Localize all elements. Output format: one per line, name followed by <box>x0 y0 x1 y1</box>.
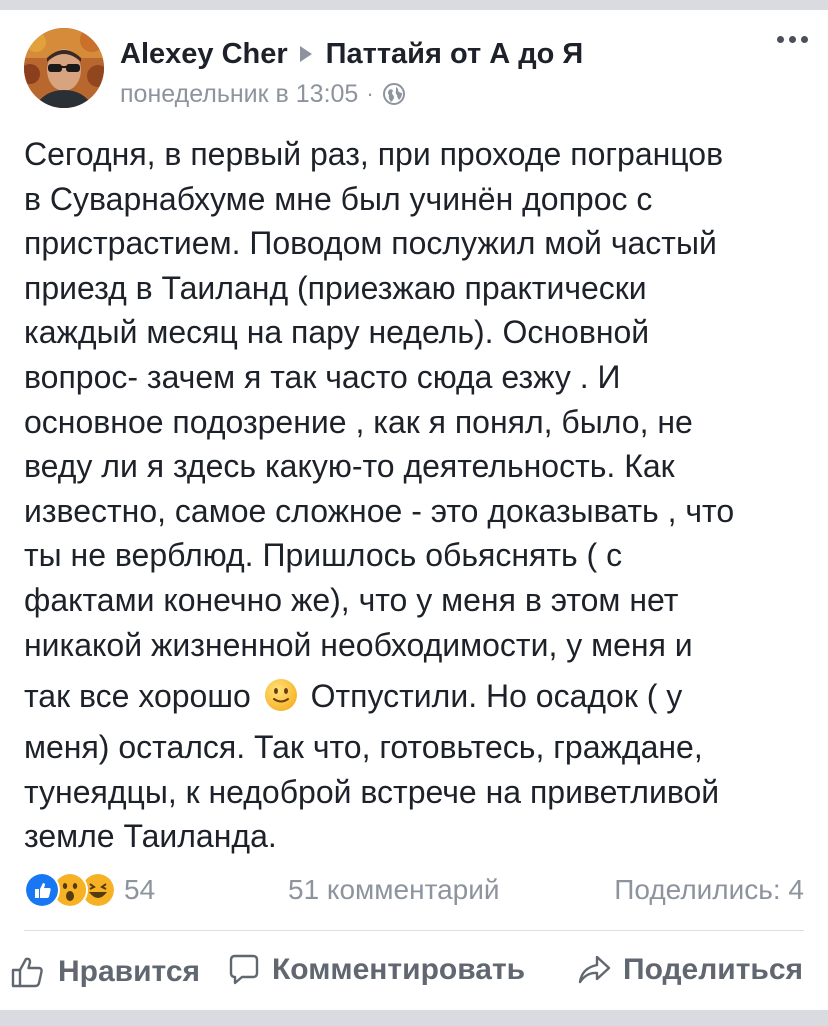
message-line: земле Таиланда. <box>24 818 277 855</box>
message-line: ты не верблюд. Пришлось обьяснять ( с <box>24 537 623 574</box>
message-line: вопрос- зачем я так часто сюда езжу . И <box>24 358 621 395</box>
message-line: меня) остался. Так что, готовьтесь, граж… <box>24 729 703 766</box>
globe-icon[interactable] <box>382 82 406 106</box>
like-reaction-icon <box>24 872 60 908</box>
message-line: веду ли я здесь какую-то деятельность. К… <box>24 448 675 485</box>
more-dot <box>789 36 796 43</box>
comments-count-link[interactable]: 51 комментарий <box>288 874 500 906</box>
share-button[interactable]: Поделиться <box>577 952 803 988</box>
feed-top-gap <box>0 0 828 10</box>
message-line: основное подозрение , как я понял, было,… <box>24 403 693 440</box>
message-line: в Суварнабхуме мне был учинён допрос с <box>24 180 653 217</box>
message-line: никакой жизненной необходимости, у меня … <box>24 626 693 663</box>
more-options-icon[interactable] <box>777 36 808 43</box>
post-stats: 54 51 комментарий Поделились: 4 <box>24 870 804 910</box>
like-thumb-icon <box>11 957 43 988</box>
message-line: Сегодня, в первый раз, при проходе погра… <box>24 136 724 172</box>
post-message: Сегодня, в первый раз, при проходе погра… <box>24 132 814 859</box>
reactions-count: 54 <box>124 874 156 905</box>
author-name[interactable]: Alexey Cher <box>120 38 288 71</box>
more-dot <box>777 36 784 43</box>
post-meta: понедельник в 13:05 · <box>120 79 406 109</box>
slightly-smiling-face-emoji-icon <box>264 679 297 712</box>
share-button-label: Поделиться <box>623 953 804 986</box>
group-name[interactable]: Паттайя от А до Я <box>326 38 584 71</box>
feed-bottom-gap <box>0 1010 828 1026</box>
timestamp[interactable]: понедельник в 13:05 <box>120 80 358 109</box>
message-line: фактами конечно же), что у меня в этом н… <box>24 581 679 618</box>
comment-bubble-icon <box>229 954 259 985</box>
posted-to-arrow-icon <box>299 46 312 62</box>
message-fragment: так все хорошо <box>24 678 251 715</box>
shares-count-link[interactable]: Поделились: 4 <box>614 874 804 906</box>
comment-button[interactable]: Комментировать <box>226 952 525 988</box>
like-button[interactable]: Нравится <box>8 952 200 992</box>
avatar-photo <box>24 28 104 108</box>
post-header-title: Alexey Cher Паттайя от А до Я <box>120 34 583 74</box>
message-line-with-emoji: так все хорошо Отпустили. Но осадок ( у <box>24 667 814 725</box>
like-button-label: Нравится <box>58 955 201 988</box>
message-line: тунеядцы, к недоброй встрече на приветли… <box>24 773 720 810</box>
share-arrow-icon <box>578 955 611 984</box>
message-line: каждый месяц на пару недель). Основной <box>24 314 650 351</box>
message-fragment: Отпустили. Но осадок ( у <box>310 678 683 715</box>
message-line: известно, самое сложное - это доказывать… <box>24 492 735 529</box>
divider <box>24 930 804 931</box>
message-line: приезд в Таиланд (приезжаю практически <box>24 269 647 306</box>
post-card: Alexey Cher Паттайя от А до Я понедельни… <box>0 10 828 1010</box>
meta-separator: · <box>366 81 374 106</box>
message-line: пристрастием. Поводом послужил мой часты… <box>24 225 717 262</box>
more-dot <box>801 36 808 43</box>
reactions-summary[interactable]: 54 <box>24 870 155 910</box>
comment-button-label: Комментировать <box>272 953 526 986</box>
avatar[interactable] <box>24 28 104 108</box>
action-bar: Нравится Комментировать Поделиться <box>0 946 828 1006</box>
